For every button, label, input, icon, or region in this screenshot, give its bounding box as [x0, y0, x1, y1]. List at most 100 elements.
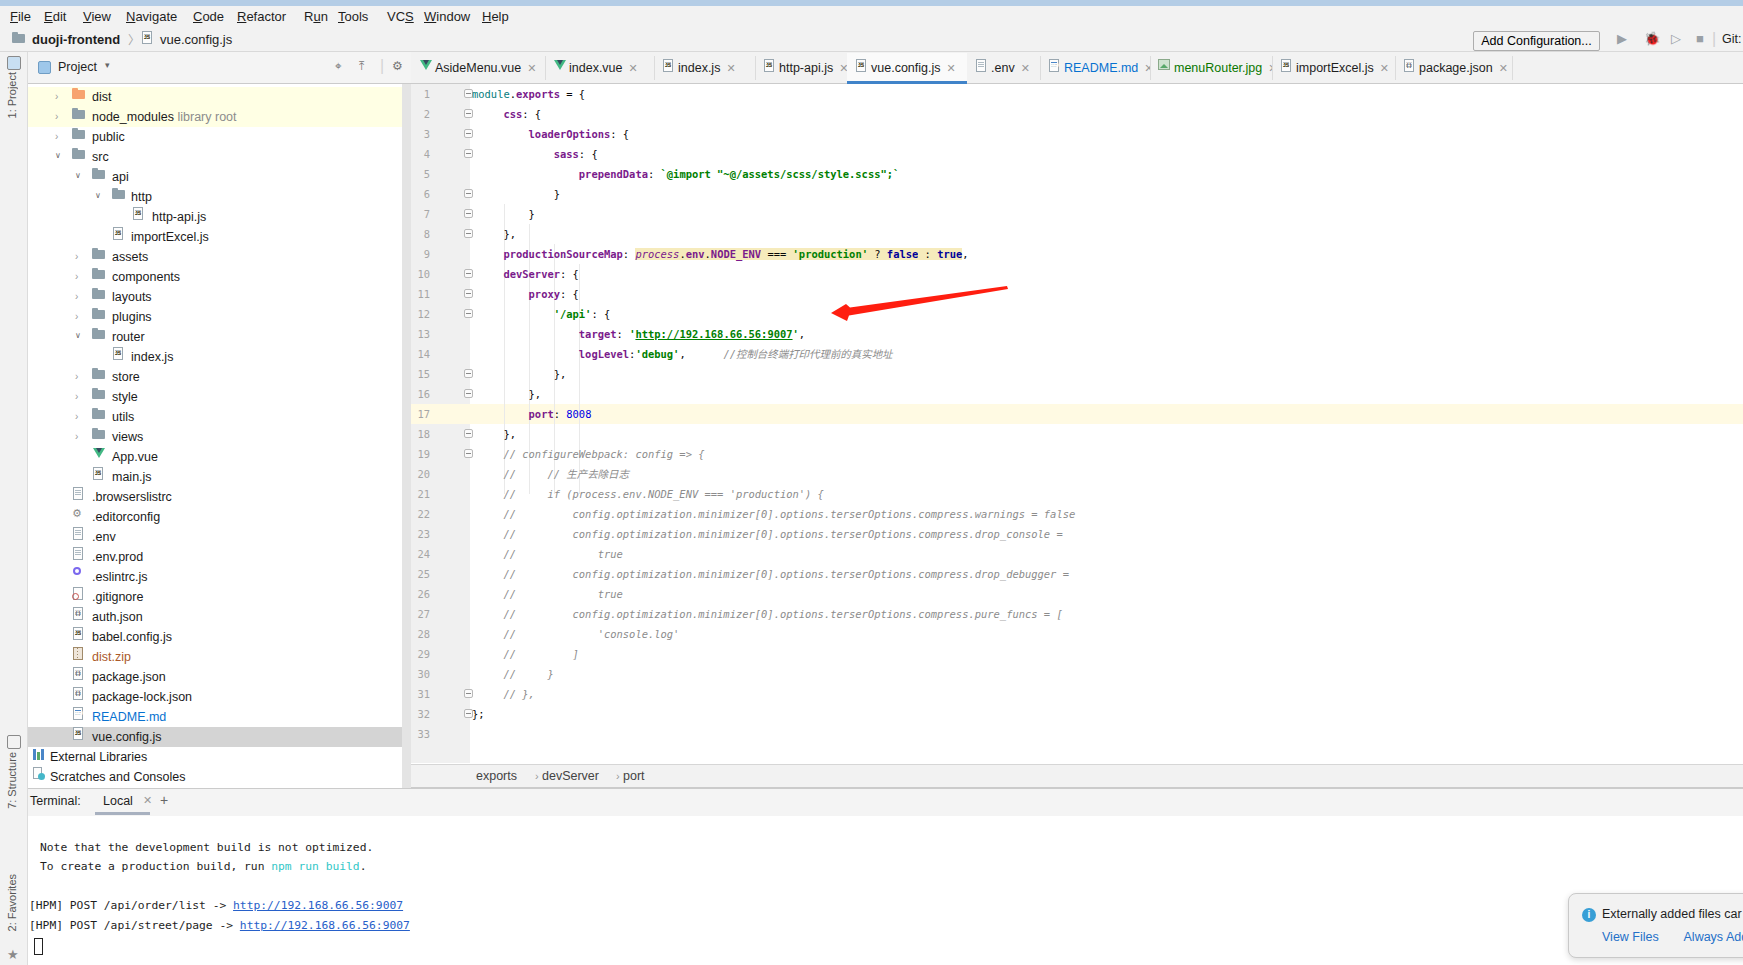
menu-help[interactable]: Help	[482, 9, 509, 24]
tree-item-views[interactable]: ›views	[28, 427, 402, 447]
breadcrumb-project[interactable]: duoji-frontend	[32, 32, 120, 47]
menu-window[interactable]: Window	[424, 9, 470, 24]
tree-item-http-api-js[interactable]: JShttp-api.js	[28, 207, 402, 227]
tab-close-icon[interactable]: ✕	[946, 62, 955, 75]
project-panel-title[interactable]: Project	[58, 60, 97, 74]
git-branch-label[interactable]: Git:	[1722, 32, 1741, 46]
tree-item-package-json[interactable]: { }package.json	[28, 667, 402, 687]
collapse-all-icon[interactable]: ⤒	[359, 59, 364, 73]
chevron-expanded-icon[interactable]: ∨	[55, 151, 61, 160]
tree-item-dist[interactable]: ›dist	[28, 87, 402, 107]
locate-file-icon[interactable]: ⌖	[335, 59, 342, 73]
menu-navigate[interactable]: Navigate	[126, 9, 177, 24]
terminal-link[interactable]: http://192.168.66.56:9007	[240, 919, 410, 932]
tree-item-auth-json[interactable]: { }auth.json	[28, 607, 402, 627]
tree-item-main-js[interactable]: JSmain.js	[28, 467, 402, 487]
tree-item-public[interactable]: ›public	[28, 127, 402, 147]
tab-importexcel-js[interactable]: JSimportExcel.js✕	[1272, 53, 1395, 83]
tab--env[interactable]: .env✕	[967, 53, 1040, 83]
tab-close-icon[interactable]: ✕	[527, 62, 536, 75]
add-configuration-button[interactable]: Add Configuration...	[1473, 31, 1600, 51]
terminal-tab-local[interactable]: Local	[103, 794, 133, 808]
tree-item-readme-md[interactable]: MDREADME.md	[28, 707, 402, 727]
code-editor[interactable]: 1234567891011121314151617181920212223242…	[411, 84, 1743, 763]
tree-item-api[interactable]: ∨api	[28, 167, 402, 187]
tree-item-external-libraries[interactable]: External Libraries	[28, 747, 402, 767]
tree-item--eslintrc-js[interactable]: .eslintrc.js	[28, 567, 402, 587]
chevron-expanded-icon[interactable]: ∨	[75, 171, 81, 180]
tree-item-store[interactable]: ›store	[28, 367, 402, 387]
terminal-output[interactable]: Note that the development build is not o…	[28, 816, 1743, 965]
chevron-expanded-icon[interactable]: ∨	[95, 191, 101, 200]
menu-file[interactable]: File	[10, 9, 31, 24]
tab-menurouter-jpg[interactable]: menuRouter.jpg✕	[1150, 53, 1272, 83]
tab-close-icon[interactable]: ✕	[1021, 62, 1030, 75]
stripe-favorites-button[interactable]: 2: Favorites	[6, 874, 18, 931]
tree-item-scratches-and-consoles[interactable]: Scratches and Consoles	[28, 767, 402, 787]
terminal-new-tab-icon[interactable]: +	[160, 792, 168, 808]
tree-item--browserslistrc[interactable]: .browserslistrc	[28, 487, 402, 507]
tree-item-http[interactable]: ∨http	[28, 187, 402, 207]
chevron-collapsed-icon[interactable]: ›	[75, 371, 78, 382]
chevron-collapsed-icon[interactable]: ›	[55, 91, 58, 102]
chevron-collapsed-icon[interactable]: ›	[75, 411, 78, 422]
stop-icon[interactable]: ■	[1696, 31, 1704, 46]
menu-edit[interactable]: Edit	[44, 9, 66, 24]
chevron-collapsed-icon[interactable]: ›	[75, 431, 78, 442]
menu-tools[interactable]: Tools	[338, 9, 368, 24]
tab-close-icon[interactable]: ✕	[839, 62, 847, 75]
menu-view[interactable]: View	[83, 9, 111, 24]
chevron-collapsed-icon[interactable]: ›	[75, 251, 78, 262]
chevron-expanded-icon[interactable]: ∨	[75, 331, 81, 340]
tree-item-plugins[interactable]: ›plugins	[28, 307, 402, 327]
chevron-collapsed-icon[interactable]: ›	[75, 391, 78, 402]
tree-item-package-lock-json[interactable]: { }package-lock.json	[28, 687, 402, 707]
favorites-star-icon[interactable]: ★	[7, 947, 19, 962]
tab-vue-config-js[interactable]: JSvue.config.js✕	[847, 53, 967, 83]
run-icon[interactable]: ▶	[1617, 31, 1627, 46]
terminal-panel-label[interactable]: Terminal:	[30, 794, 81, 808]
tree-item-babel-config-js[interactable]: JSbabel.config.js	[28, 627, 402, 647]
always-add-link[interactable]: Always Add	[1684, 930, 1743, 944]
breadcrumb-file[interactable]: vue.config.js	[160, 32, 232, 47]
tree-item-src[interactable]: ∨src	[28, 147, 402, 167]
coverage-icon[interactable]: ▷	[1671, 31, 1681, 46]
tab-readme-md[interactable]: MDREADME.md✕	[1040, 53, 1150, 83]
tab-close-icon[interactable]: ✕	[629, 62, 638, 75]
tree-item-importexcel-js[interactable]: JSimportExcel.js	[28, 227, 402, 247]
chevron-collapsed-icon[interactable]: ›	[55, 131, 58, 142]
tab-http-api-js[interactable]: JShttp-api.js✕	[755, 53, 847, 83]
tab-close-icon[interactable]: ✕	[726, 62, 735, 75]
tree-item-layouts[interactable]: ›layouts	[28, 287, 402, 307]
tree-item--editorconfig[interactable]: ⚙.editorconfig	[28, 507, 402, 527]
terminal-tab-close-icon[interactable]: ✕	[143, 794, 152, 807]
tab-close-icon[interactable]: ✕	[1499, 62, 1508, 75]
tree-item-router[interactable]: ∨router	[28, 327, 402, 347]
view-files-link[interactable]: View Files	[1602, 930, 1659, 944]
tree-item--env[interactable]: .env	[28, 527, 402, 547]
chevron-collapsed-icon[interactable]: ›	[75, 291, 78, 302]
tree-item--env-prod[interactable]: .env.prod	[28, 547, 402, 567]
panel-settings-gear-icon[interactable]: ⚙	[392, 59, 403, 73]
menu-refactor[interactable]: Refactor	[237, 9, 286, 24]
tab-index-vue[interactable]: index.vue✕	[545, 53, 654, 83]
chevron-collapsed-icon[interactable]: ›	[75, 271, 78, 282]
tab-index-js[interactable]: JSindex.js✕	[654, 53, 755, 83]
tab-close-icon[interactable]: ✕	[1380, 62, 1389, 75]
tree-item-app-vue[interactable]: App.vue	[28, 447, 402, 467]
tree-item-dist-zip[interactable]: dist.zip	[28, 647, 402, 667]
tree-item-assets[interactable]: ›assets	[28, 247, 402, 267]
breadcrumb-devserver[interactable]: devServer	[542, 769, 599, 783]
tree-item-vue-config-js[interactable]: JSvue.config.js	[28, 727, 402, 747]
breadcrumb-port[interactable]: port	[623, 769, 645, 783]
tree-item-style[interactable]: ›style	[28, 387, 402, 407]
chevron-collapsed-icon[interactable]: ›	[75, 311, 78, 322]
stripe-structure-button[interactable]: 7: Structure	[6, 752, 18, 809]
chevron-collapsed-icon[interactable]: ›	[55, 111, 58, 122]
tab-asidemenu-vue[interactable]: AsideMenu.vue✕	[411, 53, 545, 83]
project-panel-dropdown-icon[interactable]: ▾	[105, 60, 110, 70]
terminal-link[interactable]: http://192.168.66.56:9007	[233, 899, 403, 912]
menu-vcs[interactable]: VCS	[387, 9, 414, 24]
tree-item-index-js[interactable]: JSindex.js	[28, 347, 402, 367]
stripe-project-button[interactable]: 1: Project	[6, 72, 18, 118]
